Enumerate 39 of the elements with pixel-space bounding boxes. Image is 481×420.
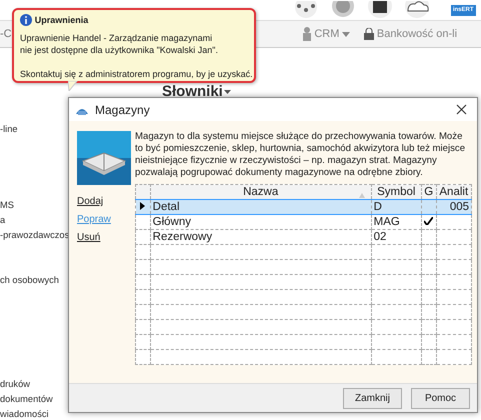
sidebar-item[interactable]: wiadomości — [0, 407, 49, 420]
column-header[interactable]: Symbol — [371, 184, 422, 200]
table-cell: Detal — [150, 200, 372, 214]
table-cell: 005 — [450, 200, 469, 212]
window-title: Magazyny — [95, 102, 151, 118]
caret-icon — [342, 32, 350, 36]
person-icon — [302, 27, 312, 41]
ring-icon[interactable] — [292, 1, 319, 19]
action-link[interactable]: Usuń — [77, 231, 100, 244]
column-header[interactable]: G — [421, 184, 436, 200]
table-cell: Główny — [150, 214, 372, 230]
sidebar-item[interactable]: MS — [0, 198, 14, 213]
table-cell: Rezerwowy — [150, 230, 372, 244]
info-icon — [20, 14, 32, 26]
sidebar-item[interactable]: dokumentów — [0, 392, 53, 407]
dialog-button[interactable]: Zamknij — [343, 388, 402, 408]
sidebar-item[interactable]: ch osobowych — [0, 273, 59, 288]
row-pointer-icon — [140, 202, 146, 210]
menu-text: -C — [0, 26, 12, 42]
table-cell: 02 — [371, 230, 422, 244]
sidebar-item[interactable]: -prawozdawczos — [0, 228, 70, 243]
sidebar-item[interactable]: -line — [0, 122, 18, 137]
column-header[interactable]: Nazwa — [150, 184, 372, 200]
description-text: Magazyn to dla systemu miejsce służące do przechowywania towarów. Może to być pomieszczenie, sklep, hurtownia, samochód akwizytora lub też miejsce nieistniejące fizycznie w rzeczywistości – np. magazyn strat. Magazyny pozwalają pogrupować dokumenty magazynowe na odrębne zbiory. — [135, 131, 466, 179]
close-button[interactable] — [456, 104, 467, 115]
dialog-button[interactable]: Pomoc — [411, 388, 470, 408]
caret-icon — [224, 90, 231, 94]
section-title[interactable]: Słowniki — [162, 81, 231, 104]
action-link[interactable]: Dodaj — [77, 195, 104, 208]
tooltip-message: Uprawnienie Handel - Zarządzanie magazynami nie jest dostępne dla użytkownika "Kowalski Jan". — [20, 32, 219, 56]
sidebar-item[interactable]: a — [0, 213, 6, 228]
column-header[interactable]: Analit — [436, 184, 472, 200]
table-cell: MAG — [371, 214, 422, 230]
lock-icon — [364, 28, 374, 40]
table-cell: D — [371, 200, 422, 214]
check-icon — [424, 216, 434, 224]
tooltip-title: Uprawnienia — [34, 14, 88, 26]
cube-icon[interactable] — [366, 1, 393, 19]
sidebar-item[interactable]: druków — [0, 377, 30, 392]
